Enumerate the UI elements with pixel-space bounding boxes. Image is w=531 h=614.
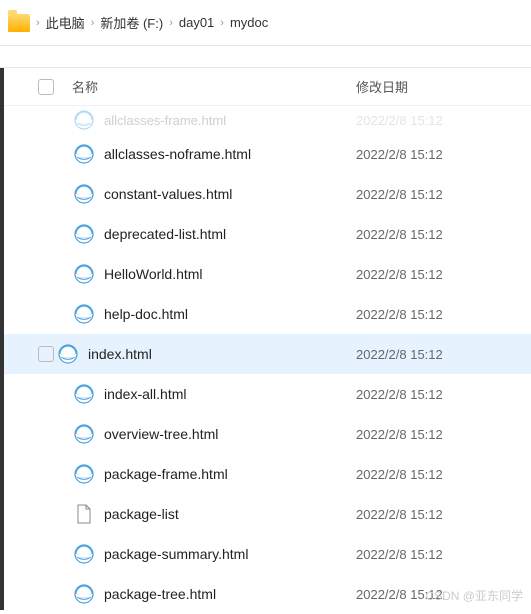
chevron-right-icon: › bbox=[34, 17, 42, 29]
breadcrumb-item[interactable]: mydoc bbox=[226, 15, 272, 30]
file-date: 2022/2/8 15:12 bbox=[356, 467, 531, 482]
file-row[interactable]: constant-values.html 2022/2/8 15:12 bbox=[0, 174, 531, 214]
file-row[interactable]: index-all.html 2022/2/8 15:12 bbox=[0, 374, 531, 414]
column-header-name[interactable]: 名称 bbox=[72, 77, 356, 96]
folder-icon bbox=[8, 14, 30, 32]
file-date: 2022/2/8 15:12 bbox=[356, 227, 531, 242]
file-name: deprecated-list.html bbox=[104, 226, 356, 242]
html-file-icon bbox=[74, 384, 94, 404]
file-date: 2022/2/8 15:12 bbox=[356, 347, 531, 362]
file-row[interactable]: package-frame.html 2022/2/8 15:12 bbox=[0, 454, 531, 494]
breadcrumb: › 此电脑 › 新加卷 (F:) › day01 › mydoc bbox=[0, 0, 531, 46]
html-file-icon bbox=[74, 424, 94, 444]
html-file-icon bbox=[74, 144, 94, 164]
html-file-icon bbox=[74, 224, 94, 244]
select-all-checkbox[interactable] bbox=[38, 79, 54, 95]
breadcrumb-item[interactable]: 此电脑 bbox=[42, 13, 89, 32]
chevron-right-icon: › bbox=[89, 17, 97, 29]
column-header-date[interactable]: 修改日期 bbox=[356, 77, 531, 96]
sidebar-edge bbox=[0, 68, 4, 610]
file-name: package-list bbox=[104, 506, 356, 522]
breadcrumb-item[interactable]: 新加卷 (F:) bbox=[96, 13, 167, 32]
file-row[interactable]: help-doc.html 2022/2/8 15:12 bbox=[0, 294, 531, 334]
html-file-icon bbox=[74, 304, 94, 324]
file-row[interactable]: index.html 2022/2/8 15:12 bbox=[0, 334, 531, 374]
file-row[interactable]: overview-tree.html 2022/2/8 15:12 bbox=[0, 414, 531, 454]
file-date: 2022/2/8 15:12 bbox=[356, 387, 531, 402]
file-name: package-tree.html bbox=[104, 586, 356, 602]
file-date: 2022/2/8 15:12 bbox=[356, 113, 531, 128]
file-row[interactable]: HelloWorld.html 2022/2/8 15:12 bbox=[0, 254, 531, 294]
file-name: HelloWorld.html bbox=[104, 266, 356, 282]
chevron-right-icon: › bbox=[167, 17, 175, 29]
file-name: package-frame.html bbox=[104, 466, 356, 482]
file-name: package-summary.html bbox=[104, 546, 356, 562]
file-date: 2022/2/8 15:12 bbox=[356, 307, 531, 322]
file-row[interactable]: deprecated-list.html 2022/2/8 15:12 bbox=[0, 214, 531, 254]
file-date: 2022/2/8 15:12 bbox=[356, 427, 531, 442]
file-name: help-doc.html bbox=[104, 306, 356, 322]
html-file-icon bbox=[74, 184, 94, 204]
row-checkbox[interactable] bbox=[38, 346, 54, 362]
file-date: 2022/2/8 15:12 bbox=[356, 587, 531, 602]
generic-file-icon bbox=[74, 504, 94, 524]
file-date: 2022/2/8 15:12 bbox=[356, 547, 531, 562]
file-name: overview-tree.html bbox=[104, 426, 356, 442]
file-name: index.html bbox=[88, 346, 356, 362]
html-file-icon bbox=[74, 264, 94, 284]
file-date: 2022/2/8 15:12 bbox=[356, 147, 531, 162]
file-name: allclasses-frame.html bbox=[104, 113, 356, 128]
breadcrumb-item[interactable]: day01 bbox=[175, 15, 218, 30]
column-headers: 名称 修改日期 bbox=[0, 68, 531, 106]
file-row[interactable]: package-summary.html 2022/2/8 15:12 bbox=[0, 534, 531, 574]
file-name: constant-values.html bbox=[104, 186, 356, 202]
html-file-icon bbox=[74, 110, 94, 130]
file-date: 2022/2/8 15:12 bbox=[356, 507, 531, 522]
file-date: 2022/2/8 15:12 bbox=[356, 187, 531, 202]
file-row[interactable]: package-tree.html 2022/2/8 15:12 bbox=[0, 574, 531, 614]
file-row[interactable]: allclasses-noframe.html 2022/2/8 15:12 bbox=[0, 134, 531, 174]
html-file-icon bbox=[74, 544, 94, 564]
toolbar-divider bbox=[0, 46, 531, 68]
file-name: allclasses-noframe.html bbox=[104, 146, 356, 162]
file-row[interactable]: package-list 2022/2/8 15:12 bbox=[0, 494, 531, 534]
html-file-icon bbox=[74, 464, 94, 484]
html-file-icon bbox=[58, 344, 78, 364]
file-name: index-all.html bbox=[104, 386, 356, 402]
html-file-icon bbox=[74, 584, 94, 604]
chevron-right-icon: › bbox=[218, 17, 226, 29]
file-date: 2022/2/8 15:12 bbox=[356, 267, 531, 282]
file-row[interactable]: allclasses-frame.html 2022/2/8 15:12 bbox=[0, 106, 531, 134]
file-list: allclasses-frame.html 2022/2/8 15:12 all… bbox=[0, 106, 531, 614]
